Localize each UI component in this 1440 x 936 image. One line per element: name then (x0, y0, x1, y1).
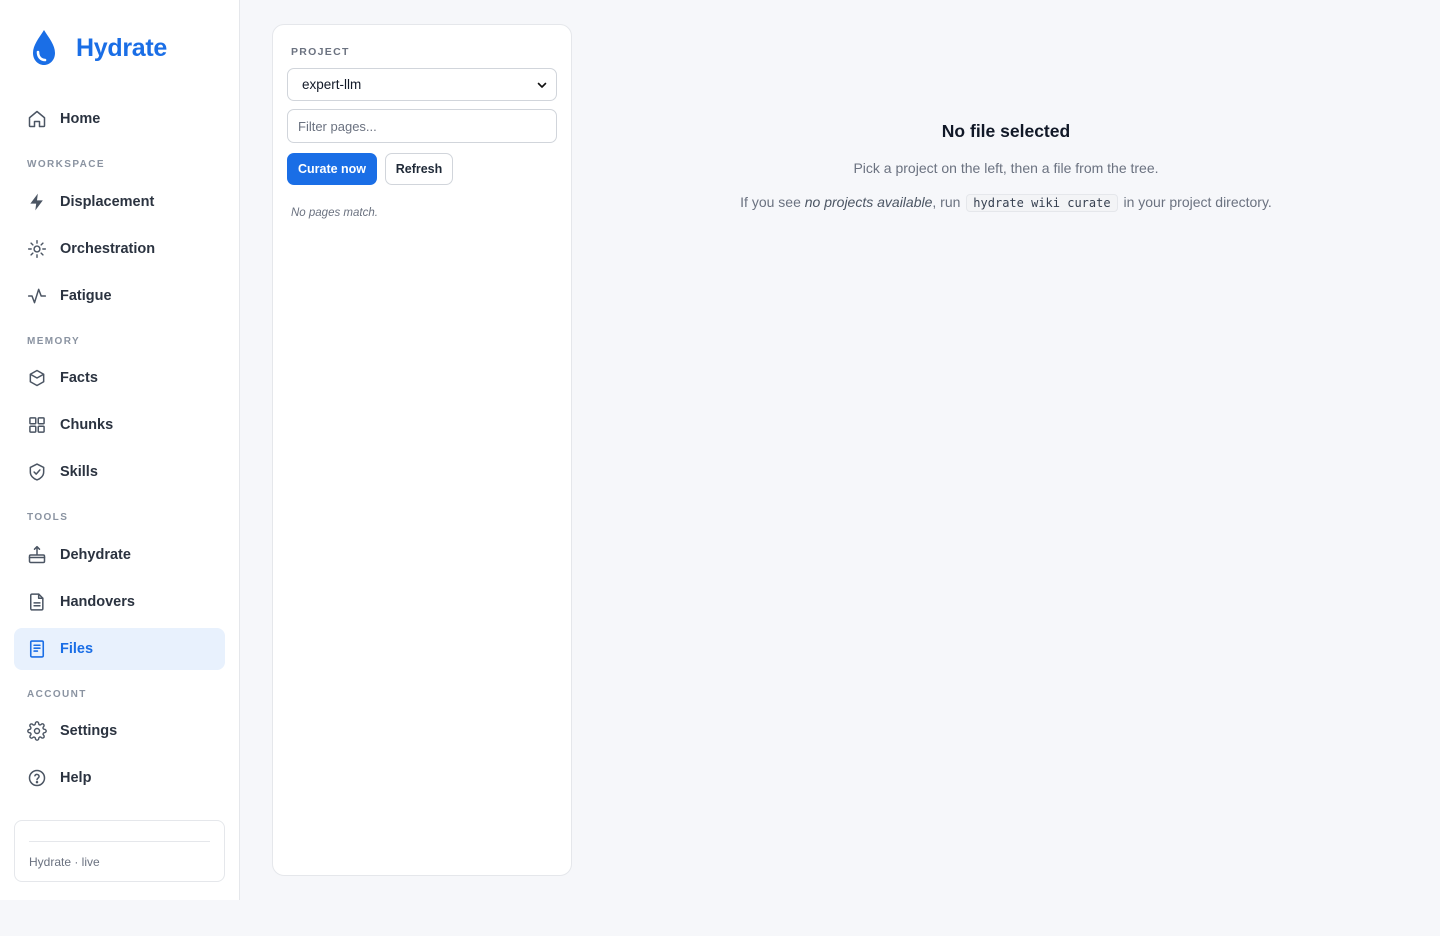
hint-prefix: If you see (740, 194, 805, 210)
sidebar-item-label: Handovers (60, 594, 135, 610)
book-icon (27, 639, 47, 659)
section-label-tools: TOOLS (27, 512, 69, 523)
sidebar-item-handovers[interactable]: Handovers (14, 581, 225, 623)
hint-emphasis: no projects available (804, 194, 933, 210)
sidebar-item-label: Facts (60, 370, 98, 386)
help-circle-icon (27, 768, 47, 788)
upload-tray-icon (27, 545, 47, 565)
project-select[interactable]: expert-llm (287, 68, 557, 101)
hint-suffix: in your project directory. (1119, 194, 1272, 210)
sidebar-item-label: Skills (60, 464, 98, 480)
gear-icon (27, 721, 47, 741)
project-label: PROJECT (291, 46, 350, 58)
empty-tree-message: No pages match. (291, 207, 378, 219)
grid-icon (27, 415, 47, 435)
sidebar-item-settings[interactable]: Settings (14, 710, 225, 752)
hint-command: hydrate wiki curate (966, 194, 1118, 212)
sidebar-item-dehydrate[interactable]: Dehydrate (14, 534, 225, 576)
sidebar-item-label: Help (60, 770, 92, 786)
status-card: Hydrate · live (14, 820, 225, 882)
sidebar-item-label: Home (60, 111, 101, 127)
sidebar-item-label: Files (60, 641, 94, 657)
box-icon (27, 368, 47, 388)
sidebar-item-help[interactable]: Help (14, 757, 225, 799)
empty-state-subtitle: Pick a project on the left, then a file … (853, 160, 1159, 176)
sidebar-item-skills[interactable]: Skills (14, 451, 225, 493)
sidebar-item-label: Settings (60, 723, 118, 739)
sidebar-item-displacement[interactable]: Displacement (14, 181, 225, 223)
sidebar: Hydrate Home WORKSPACE Displacement Orch… (0, 0, 240, 900)
sidebar-item-label: Fatigue (60, 288, 112, 304)
sidebar-item-fatigue[interactable]: Fatigue (14, 275, 225, 317)
sidebar-item-home[interactable]: Home (14, 98, 225, 140)
file-tree-panel: PROJECT expert-llm Curate now Refresh No… (272, 24, 572, 876)
brand-logo[interactable]: Hydrate (28, 28, 167, 68)
empty-state-title: No file selected (941, 121, 1071, 141)
brand-name: Hydrate (76, 33, 167, 62)
sun-icon (27, 239, 47, 259)
empty-state-hint: If you see no projects available, run hy… (572, 194, 1440, 212)
sidebar-item-label: Chunks (60, 417, 114, 433)
shield-check-icon (27, 462, 47, 482)
sidebar-item-label: Displacement (60, 194, 155, 210)
sidebar-item-facts[interactable]: Facts (14, 357, 225, 399)
activity-icon (27, 286, 47, 306)
bolt-icon (27, 192, 47, 212)
section-label-workspace: WORKSPACE (27, 159, 105, 170)
home-icon (27, 109, 47, 129)
chevron-down-icon (537, 82, 547, 88)
filter-pages-input[interactable] (287, 109, 557, 143)
document-icon (27, 592, 47, 612)
sidebar-item-label: Dehydrate (60, 547, 131, 563)
sidebar-item-files[interactable]: Files (14, 628, 225, 670)
curate-now-button[interactable]: Curate now (287, 153, 377, 185)
sidebar-item-label: Orchestration (60, 241, 156, 257)
water-drop-icon (33, 30, 55, 65)
section-label-memory: MEMORY (27, 336, 81, 347)
sidebar-item-orchestration[interactable]: Orchestration (14, 228, 225, 270)
section-label-account: ACCOUNT (27, 689, 87, 700)
status-text: Hydrate · live (29, 855, 100, 869)
status-divider (29, 841, 210, 842)
sidebar-item-chunks[interactable]: Chunks (14, 404, 225, 446)
refresh-button[interactable]: Refresh (385, 153, 453, 185)
hint-mid: , run (932, 194, 965, 210)
project-select-value: expert-llm (302, 77, 362, 92)
